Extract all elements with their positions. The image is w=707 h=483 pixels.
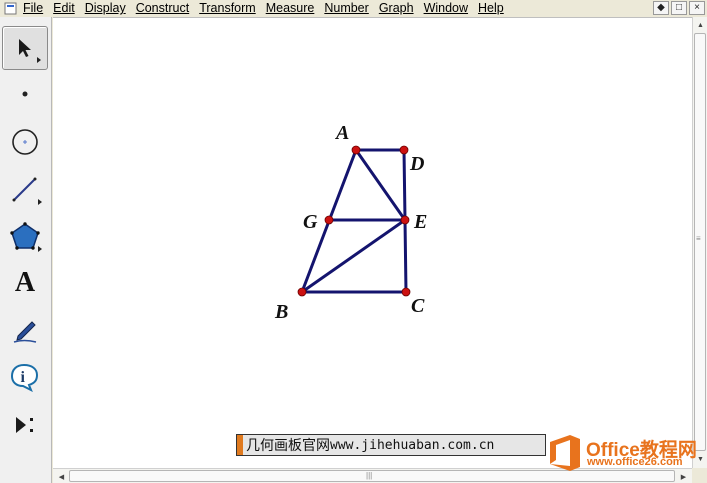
polygon-tool-more-indicator [38, 246, 42, 252]
menu-measure[interactable]: Measure [261, 0, 320, 17]
sketch-canvas[interactable]: A D G E B C [53, 17, 692, 468]
point-label-G[interactable]: G [303, 211, 318, 233]
point-D[interactable] [399, 145, 409, 155]
menu-number[interactable]: Number [319, 0, 373, 17]
text-tool[interactable]: A [2, 261, 48, 305]
text-A-icon: A [14, 267, 36, 298]
caption-accent-bar [237, 435, 243, 455]
straightedge-tool[interactable] [2, 167, 48, 211]
menu-graph[interactable]: Graph [374, 0, 419, 17]
window-controls: ◆ □ × [653, 0, 705, 15]
custom-tool-icon [16, 417, 33, 433]
restore-button[interactable]: □ [671, 1, 687, 15]
menu-display-label: Display [84, 1, 126, 15]
segment-EC[interactable] [403, 218, 408, 294]
menu-help-label: Help [478, 1, 504, 15]
vertical-grip-icon: ≡ [696, 234, 701, 243]
vertical-scroll-thumb[interactable]: ≡ [694, 33, 706, 451]
menu-construct-label: Construct [135, 1, 190, 15]
menu-edit-label: Edit [53, 1, 75, 15]
menu-display[interactable]: Display [80, 0, 131, 17]
vertical-scrollbar[interactable]: ▲ ≡ ▼ [692, 17, 707, 468]
menu-construct[interactable]: Construct [131, 0, 195, 17]
line-segment-icon [12, 177, 37, 202]
menu-edit[interactable]: Edit [48, 0, 80, 17]
menu-window-label: Window [423, 1, 469, 15]
logo-url: www.office26.com [587, 456, 683, 468]
minimize-button[interactable]: ◆ [653, 1, 669, 15]
point-G[interactable] [324, 215, 334, 225]
menu-transform-label: Transform [199, 1, 256, 15]
point-label-A[interactable]: A [334, 122, 349, 144]
close-button[interactable]: × [689, 1, 705, 15]
menu-measure-label: Measure [265, 1, 315, 15]
pen-icon [13, 321, 37, 343]
geometry-figure[interactable]: A D G E B C [53, 18, 692, 469]
point-label-E[interactable]: E [413, 211, 427, 233]
website-caption: 几何画板官网 www.jihehuaban.com.cn [236, 434, 546, 456]
point-label-D[interactable]: D [409, 153, 424, 175]
toolbox: A i [0, 17, 52, 483]
menu-bar: File Edit Display Construct Transform Me… [0, 0, 707, 17]
arrow-select-icon [19, 39, 31, 57]
caption-chinese-text: 几何画板官网 [246, 437, 330, 453]
point-label-B[interactable]: B [274, 301, 288, 323]
compass-tool[interactable] [2, 120, 48, 164]
pentagon-icon [10, 222, 40, 250]
menu-transform[interactable]: Transform [194, 0, 261, 17]
caption-url: www.jihehuaban.com.cn [330, 437, 495, 453]
custom-tool[interactable] [2, 403, 48, 447]
polygon-tool[interactable] [2, 214, 48, 258]
menu-file-label: File [23, 1, 44, 15]
scroll-left-icon[interactable]: ◀ [55, 470, 68, 483]
compass-circle-icon [12, 129, 38, 155]
segment-DE[interactable] [402, 148, 407, 222]
point-C[interactable] [401, 287, 411, 297]
scroll-up-icon[interactable]: ▲ [694, 19, 707, 32]
menu-graph-label: Graph [378, 1, 414, 15]
office-logo: Office教程网 www.office26.com [546, 433, 704, 473]
horizontal-grip-icon: ||| [366, 471, 373, 480]
straightedge-tool-more-indicator [38, 199, 42, 205]
point-icon [22, 91, 28, 97]
point-B[interactable] [297, 287, 307, 297]
marker-tool[interactable] [2, 308, 48, 352]
arrow-tool[interactable] [2, 26, 48, 70]
menu-number-label: Number [324, 1, 369, 15]
information-tool[interactable]: i [2, 355, 48, 399]
menu-window[interactable]: Window [419, 0, 473, 17]
menu-help[interactable]: Help [473, 0, 509, 17]
info-glyph: i [21, 369, 26, 386]
office-brand-icon [550, 435, 580, 471]
point-tool[interactable] [2, 72, 48, 116]
point-A[interactable] [351, 145, 361, 155]
point-E[interactable] [400, 215, 410, 225]
info-icon: i [10, 363, 39, 392]
document-icon[interactable] [2, 0, 18, 17]
segment-AE[interactable] [354, 148, 407, 222]
menu-file[interactable]: File [18, 0, 48, 17]
arrow-tool-more-indicator [37, 57, 41, 63]
point-label-C[interactable]: C [411, 295, 425, 317]
